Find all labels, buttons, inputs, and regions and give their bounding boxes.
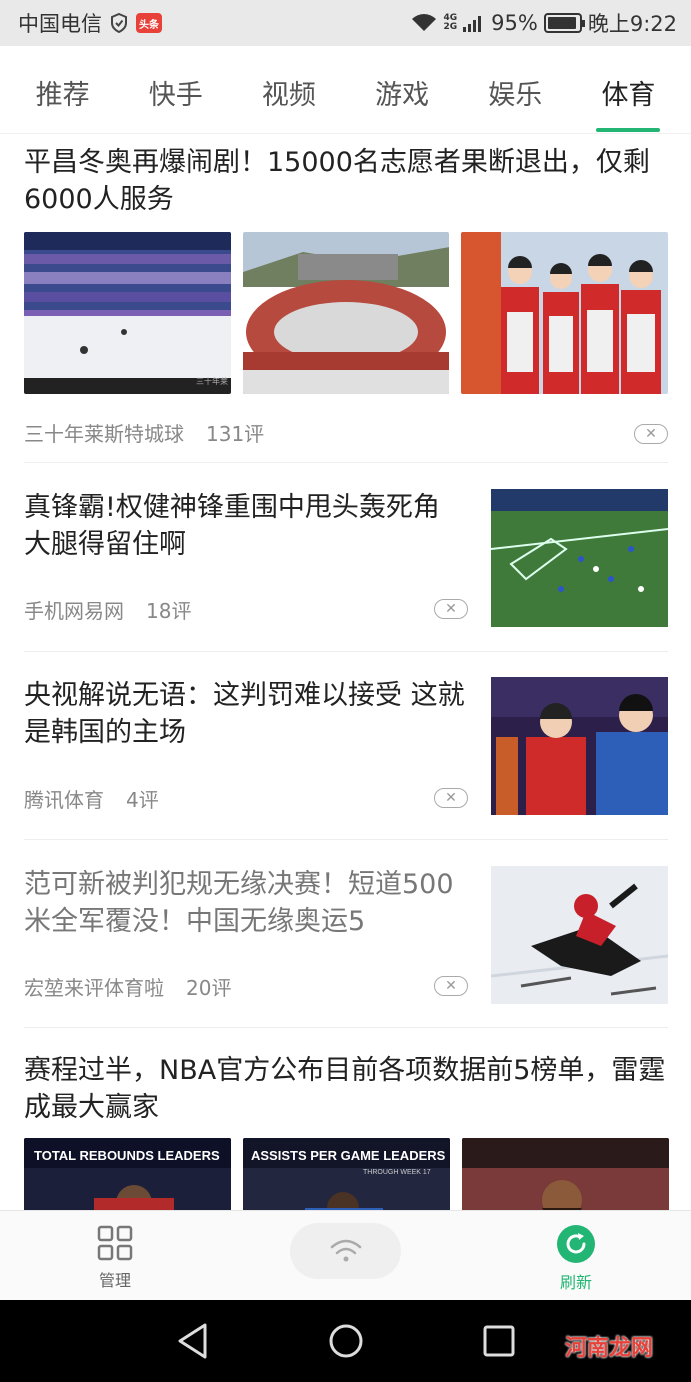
article-source: 宏堃来评体育啦 [24, 976, 164, 1000]
article-title: 赛程过半，NBA官方公布目前各项数据前5榜单，雷霆成最大赢家 [24, 1055, 666, 1123]
news-feed[interactable]: 平昌冬奥再爆闹剧！15000名志愿者果断退出，仅剩6000人服务 三十年莱 三十… [0, 134, 691, 1210]
article-image-speed-skater [491, 866, 668, 1004]
shield-icon [111, 13, 127, 33]
clock: 晚上9:22 [587, 12, 677, 36]
tab-sports[interactable]: 体育 [572, 46, 685, 134]
refresh-icon [557, 1225, 595, 1263]
article-title: 真锋霸!权健神锋重围中甩头轰死角 大腿得留住啊 [24, 492, 440, 560]
back-icon[interactable] [175, 1322, 211, 1360]
channel-tabs: 推荐 快手 视频 游戏 娱乐 体育 [0, 46, 691, 134]
article-source: 手机网易网 [24, 599, 124, 623]
grid-icon [97, 1225, 133, 1261]
bottom-toolbar: 管理 刷新 [0, 1210, 691, 1300]
image-watermark: 三十年莱 [196, 376, 228, 386]
wifi-icon [330, 1239, 361, 1262]
article-image-row: TOTAL REBOUNDS LEADERS ASSISTS PER GAME … [24, 1138, 669, 1210]
article-source: 三十年莱斯特城球 [24, 422, 184, 446]
recents-icon[interactable] [482, 1322, 516, 1360]
home-icon[interactable] [327, 1322, 365, 1360]
network-2g: 2G [443, 22, 458, 32]
article-image-skaters [491, 677, 668, 815]
article-title: 平昌冬奥再爆闹剧！15000名志愿者果断退出，仅剩6000人服务 [24, 147, 650, 215]
article-meta: 三十年莱斯特城球 131评 [24, 418, 264, 447]
manage-button[interactable]: 管理 [65, 1225, 165, 1291]
image-text-week: THROUGH WEEK 17 [363, 1169, 431, 1176]
article-comments: 18评 [146, 599, 192, 623]
dismiss-icon[interactable]: ✕ [634, 424, 668, 444]
wifi-button[interactable] [290, 1223, 401, 1279]
tab-games[interactable]: 游戏 [346, 46, 459, 134]
dismiss-icon[interactable]: ✕ [434, 788, 468, 808]
refresh-label: 刷新 [559, 1273, 592, 1292]
article-meta: 宏堃来评体育啦 20评 [24, 972, 231, 1001]
dismiss-icon[interactable]: ✕ [434, 976, 468, 996]
image-text-rebounds: TOTAL REBOUNDS LEADERS [34, 1148, 220, 1163]
tab-kuaishou[interactable]: 快手 [119, 46, 232, 134]
article-image-row: 三十年莱 [24, 232, 669, 394]
tab-video[interactable]: 视频 [232, 46, 345, 134]
article-comments: 131评 [206, 422, 265, 446]
article-card[interactable]: 赛程过半，NBA官方公布目前各项数据前5榜单，雷霆成最大赢家 TOTAL REB… [24, 1028, 669, 1210]
tab-recommend[interactable]: 推荐 [6, 46, 119, 134]
wifi-status-icon [412, 14, 437, 31]
article-title: 央视解说无语：这判罚难以接受 这就是韩国的主场 [24, 680, 465, 748]
article-card[interactable]: 央视解说无语：这判罚难以接受 这就是韩国的主场 腾讯体育 4评 ✕ [24, 652, 668, 840]
battery-percent: 95% [491, 11, 538, 35]
site-watermark: 河南龙网 [564, 1336, 653, 1361]
article-image-stadium [242, 232, 450, 394]
carrier-name: 中国电信 [18, 12, 102, 36]
signal-icon [463, 16, 482, 32]
status-left: 中国电信 头条 [18, 8, 162, 38]
battery-icon [543, 13, 585, 33]
article-source: 腾讯体育 [24, 788, 104, 812]
article-meta: 腾讯体育 4评 [24, 784, 159, 813]
article-comments: 20评 [186, 976, 232, 1000]
dismiss-icon[interactable]: ✕ [434, 599, 468, 619]
article-comments: 4评 [126, 788, 159, 812]
article-meta: 手机网易网 18评 [24, 595, 191, 624]
article-card[interactable]: 真锋霸!权健神锋重围中甩头轰死角 大腿得留住啊 手机网易网 18评 ✕ [24, 463, 668, 652]
article-card[interactable]: 平昌冬奥再爆闹剧！15000名志愿者果断退出，仅剩6000人服务 三十年莱 三十… [24, 144, 669, 463]
article-image-assists: ASSISTS PER GAME LEADERS THROUGH WEEK 17 [243, 1138, 450, 1210]
status-bar: 中国电信 头条 4G 2G 95% 晚上9:22 [0, 0, 691, 46]
article-title: 范可新被判犯规无缘决赛！短道500米全军覆没！中国无缘奥运5 [24, 869, 454, 937]
toutiao-app-icon: 头条 [136, 13, 162, 33]
refresh-button[interactable]: 刷新 [526, 1225, 626, 1293]
tab-entertainment[interactable]: 娱乐 [459, 46, 572, 134]
status-right: 4G 2G 95% 晚上9:22 [411, 8, 677, 38]
article-card[interactable]: 范可新被判犯规无缘决赛！短道500米全军覆没！中国无缘奥运5 宏堃来评体育啦 2… [24, 840, 668, 1028]
article-image-rink: 三十年莱 [24, 232, 231, 394]
article-image-harden [462, 1138, 669, 1210]
article-image-volunteers [461, 232, 669, 394]
image-text-assists: ASSISTS PER GAME LEADERS [251, 1148, 446, 1163]
network-type: 4G 2G [443, 14, 457, 32]
manage-label: 管理 [98, 1271, 131, 1290]
article-image-rebounds: TOTAL REBOUNDS LEADERS [24, 1138, 231, 1210]
article-image-soccer [491, 489, 668, 627]
